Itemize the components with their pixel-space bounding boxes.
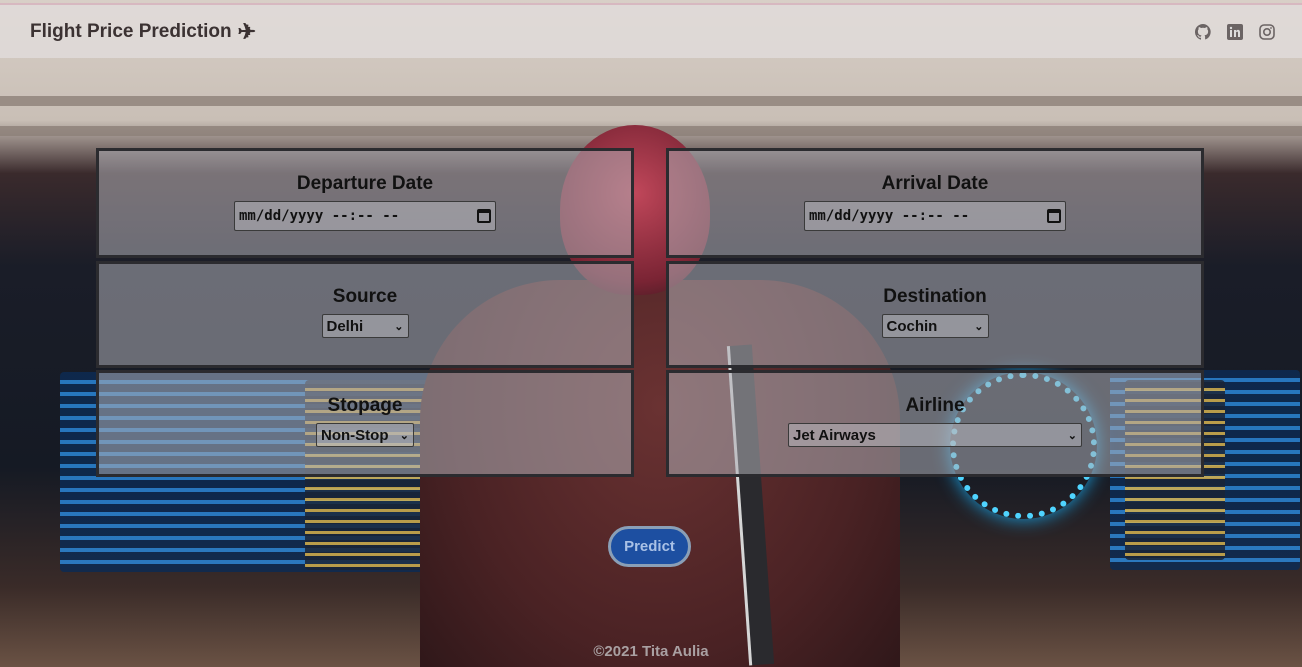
predict-button[interactable]: Predict <box>608 526 691 567</box>
departure-date-input[interactable]: mm/dd/yyyy --:-- -- <box>234 201 496 231</box>
navbar: Flight Price Prediction ✈ <box>0 3 1302 58</box>
stopage-label: Stopage <box>327 395 403 416</box>
destination-panel: Destination Cochin ⌄ <box>666 261 1204 368</box>
destination-select[interactable]: Cochin ⌄ <box>881 314 989 338</box>
arrival-date-label: Arrival Date <box>881 173 989 194</box>
stopage-select[interactable]: Non-Stop ⌄ <box>316 423 414 447</box>
social-links <box>1194 23 1276 41</box>
destination-selected: Cochin <box>886 317 938 335</box>
chevron-down-icon: ⌄ <box>399 429 409 442</box>
calendar-icon[interactable] <box>1047 209 1061 223</box>
airline-panel: Airline Jet Airways ⌄ <box>666 370 1204 477</box>
chevron-down-icon: ⌄ <box>1067 429 1077 442</box>
chevron-down-icon: ⌄ <box>394 320 404 333</box>
stopage-selected: Non-Stop <box>321 426 389 444</box>
footer-copyright: ©2021 Tita Aulia <box>593 643 709 660</box>
calendar-icon[interactable] <box>477 209 491 223</box>
destination-label: Destination <box>883 286 987 307</box>
stopage-panel: Stopage Non-Stop ⌄ <box>96 370 634 477</box>
instagram-icon[interactable] <box>1258 23 1276 41</box>
arrival-date-input[interactable]: mm/dd/yyyy --:-- -- <box>804 201 1066 231</box>
departure-date-panel: Departure Date mm/dd/yyyy --:-- -- <box>96 148 634 258</box>
source-panel: Source Delhi ⌄ <box>96 261 634 368</box>
chevron-down-icon: ⌄ <box>974 320 984 333</box>
source-label: Source <box>332 286 398 307</box>
linkedin-icon[interactable] <box>1226 23 1244 41</box>
airline-label: Airline <box>905 395 965 416</box>
github-icon[interactable] <box>1194 23 1212 41</box>
brand-title: Flight Price Prediction <box>30 20 232 42</box>
source-selected: Delhi <box>326 317 364 335</box>
brand[interactable]: Flight Price Prediction ✈ <box>30 18 257 44</box>
source-select[interactable]: Delhi ⌄ <box>321 314 409 338</box>
arrival-date-value: mm/dd/yyyy --:-- -- <box>809 208 970 224</box>
arrival-date-panel: Arrival Date mm/dd/yyyy --:-- -- <box>666 148 1204 258</box>
airline-selected: Jet Airways <box>793 426 876 444</box>
airplane-icon: ✈ <box>237 18 257 44</box>
airline-select[interactable]: Jet Airways ⌄ <box>788 423 1082 447</box>
departure-date-label: Departure Date <box>296 173 434 194</box>
departure-date-value: mm/dd/yyyy --:-- -- <box>239 208 400 224</box>
